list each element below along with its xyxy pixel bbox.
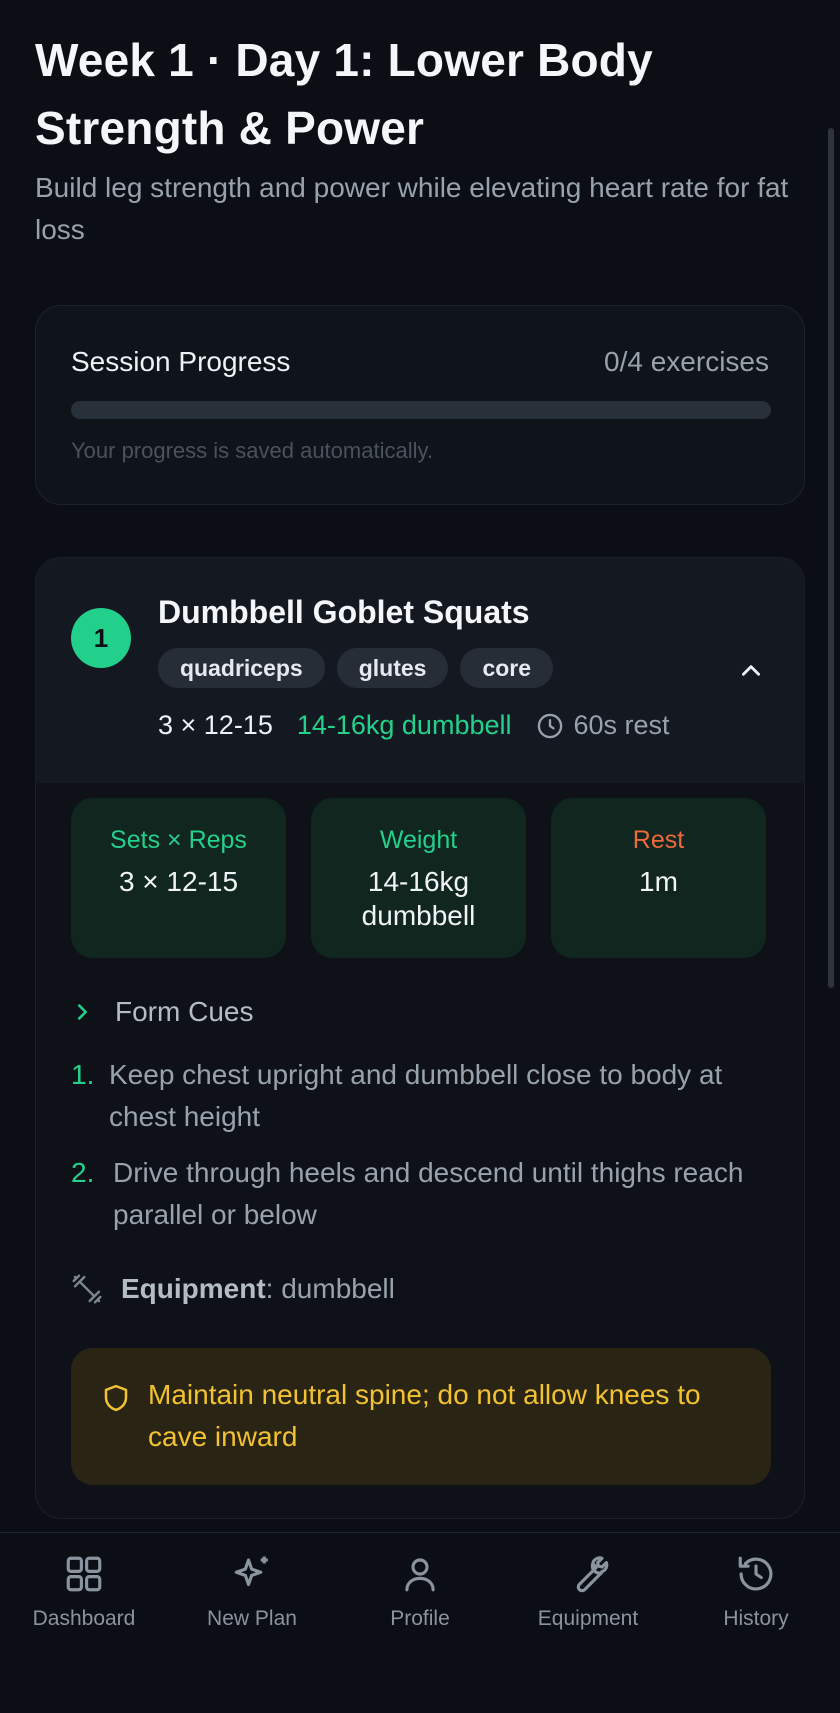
tag-core: core bbox=[460, 648, 554, 688]
chevron-right-icon bbox=[77, 1004, 87, 1020]
muscle-tags: quadriceps glutes core bbox=[158, 648, 554, 688]
session-progress-card: Session Progress 0/4 exercises Your prog… bbox=[35, 305, 805, 505]
dashboard-icon bbox=[66, 1556, 102, 1592]
progress-count: 0/4 exercises bbox=[604, 346, 769, 377]
meta-weight: 14-16kg dumbbell bbox=[296, 710, 512, 740]
stat-box-rest: Rest 1m bbox=[551, 798, 766, 958]
wrench-icon bbox=[576, 1556, 609, 1593]
exercise-header[interactable]: 1 Dumbbell Goblet Squats quadriceps glut… bbox=[36, 558, 804, 783]
nav-label-equipment: Equipment bbox=[537, 1607, 639, 1630]
warning-text: Maintain neutral spine; do not allow kne… bbox=[148, 1379, 701, 1452]
form-cue-item: 2. Drive through heels and descend until… bbox=[71, 1152, 771, 1236]
form-cues-toggle[interactable]: Form Cues bbox=[71, 996, 253, 1028]
dumbbell-icon bbox=[72, 1274, 102, 1304]
exercise-number-badge: 1 bbox=[71, 608, 131, 668]
nav-item-profile[interactable]: Profile bbox=[336, 1533, 504, 1713]
progress-note: Your progress is saved automatically. bbox=[71, 438, 433, 463]
equipment-label: Equipment bbox=[121, 1273, 266, 1304]
stat-value-weight: 14-16kg dumbbell bbox=[361, 866, 476, 931]
meta-rest-text: 60s rest bbox=[573, 710, 670, 740]
stat-box-weight: Weight 14-16kg dumbbell bbox=[311, 798, 526, 958]
stat-value-sets-reps: 3 × 12-15 bbox=[118, 866, 239, 897]
stat-box-sets-reps: Sets × Reps 3 × 12-15 bbox=[71, 798, 286, 958]
scrollbar[interactable] bbox=[828, 128, 834, 988]
meta-sets-reps: 3 × 12-15 bbox=[158, 710, 273, 740]
cue-text: Drive through heels and descend until th… bbox=[113, 1157, 744, 1230]
history-icon bbox=[738, 1556, 773, 1591]
page-title: Week 1 · Day 1: Lower Body Strength & Po… bbox=[35, 34, 653, 154]
exercise-meta: 3 × 12-15 14-16kg dumbbell 60s rest bbox=[158, 710, 670, 741]
cue-number: 1. bbox=[71, 1059, 95, 1090]
tag-quadriceps: quadriceps bbox=[158, 648, 325, 688]
nav-item-new-plan[interactable]: New Plan bbox=[168, 1533, 336, 1713]
clock-icon bbox=[537, 713, 562, 738]
sparkles-icon bbox=[234, 1556, 268, 1587]
form-cue-item: 1. Keep chest upright and dumbbell close… bbox=[71, 1054, 771, 1138]
nav-label-history: History bbox=[723, 1607, 789, 1630]
stat-boxes: Sets × Reps 3 × 12-15 Weight 14-16kg dum… bbox=[71, 798, 766, 958]
equipment-row: Equipment : dumbbell bbox=[71, 1273, 395, 1305]
nav-label-profile: Profile bbox=[390, 1607, 450, 1630]
stat-value-rest: 1m bbox=[639, 866, 678, 897]
meta-rest: 60s rest bbox=[536, 710, 670, 741]
stat-label-sets-reps: Sets × Reps bbox=[110, 826, 247, 854]
bottom-nav: Dashboard New Plan Profile Equipment His… bbox=[0, 1532, 840, 1713]
nav-item-equipment[interactable]: Equipment bbox=[504, 1533, 672, 1713]
nav-label-new-plan: New Plan bbox=[207, 1607, 297, 1630]
progress-label: Session Progress bbox=[71, 346, 291, 377]
cue-number: 2. bbox=[71, 1157, 95, 1188]
cue-text: Keep chest upright and dumbbell close to… bbox=[109, 1059, 723, 1132]
shield-icon bbox=[104, 1384, 128, 1412]
stat-label-rest: Rest bbox=[632, 826, 685, 854]
nav-label-dashboard: Dashboard bbox=[32, 1607, 136, 1630]
progress-bar bbox=[71, 401, 771, 419]
nav-item-history[interactable]: History bbox=[672, 1533, 840, 1713]
form-cues-label: Form Cues bbox=[115, 996, 254, 1027]
nav-item-dashboard[interactable]: Dashboard bbox=[0, 1533, 168, 1713]
page-subtitle: Build leg strength and power while eleva… bbox=[35, 172, 789, 245]
exercise-card: 1 Dumbbell Goblet Squats quadriceps glut… bbox=[35, 557, 805, 1519]
tag-glutes: glutes bbox=[336, 648, 449, 688]
equipment-value: : dumbbell bbox=[265, 1273, 395, 1304]
workout-page: Week 1 · Day 1: Lower Body Strength & Po… bbox=[0, 0, 840, 1713]
exercise-name: Dumbbell Goblet Squats bbox=[158, 594, 530, 630]
safety-warning: Maintain neutral spine; do not allow kne… bbox=[71, 1348, 771, 1485]
stat-label-weight: Weight bbox=[379, 826, 458, 854]
chevron-up-icon[interactable] bbox=[738, 658, 764, 684]
user-icon bbox=[405, 1558, 435, 1592]
